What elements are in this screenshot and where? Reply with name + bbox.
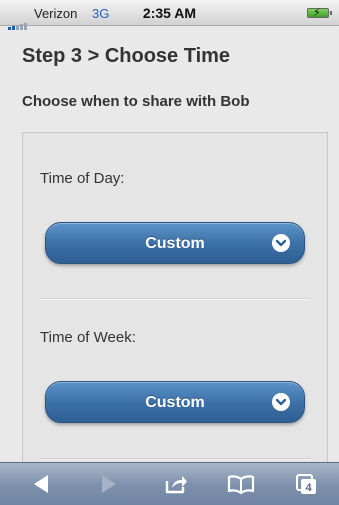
tab-count: 4 [305,482,312,494]
bookmarks-icon[interactable] [227,473,255,497]
time-of-day-select[interactable]: Custom [45,222,305,264]
back-icon[interactable] [32,473,50,497]
battery-icon: ⚡ [307,7,332,19]
time-of-day-value: Custom [145,235,205,252]
page-subtitle: Choose when to share with Bob [22,93,250,110]
chevron-down-icon [272,234,290,252]
forward-icon[interactable] [100,473,118,497]
time-of-week-select[interactable]: Custom [45,381,305,423]
time-of-week-value: Custom [145,394,205,411]
field-divider [40,458,310,460]
share-icon[interactable] [164,473,188,497]
status-time: 2:35 AM [142,5,197,21]
time-options-panel: Time of Day: Custom Time of Week: Custom [22,132,328,472]
tabs-icon[interactable]: 4 [295,473,319,497]
time-of-day-label: Time of Day: [40,170,125,187]
field-divider [40,298,310,300]
page-title: Step 3 > Choose Time [22,45,231,67]
chevron-down-icon [272,393,290,411]
time-of-week-label: Time of Week: [40,329,136,346]
browser-toolbar: 4 [0,462,339,505]
status-bar: Verizon 3G 2:35 AM ⚡ [0,0,339,30]
